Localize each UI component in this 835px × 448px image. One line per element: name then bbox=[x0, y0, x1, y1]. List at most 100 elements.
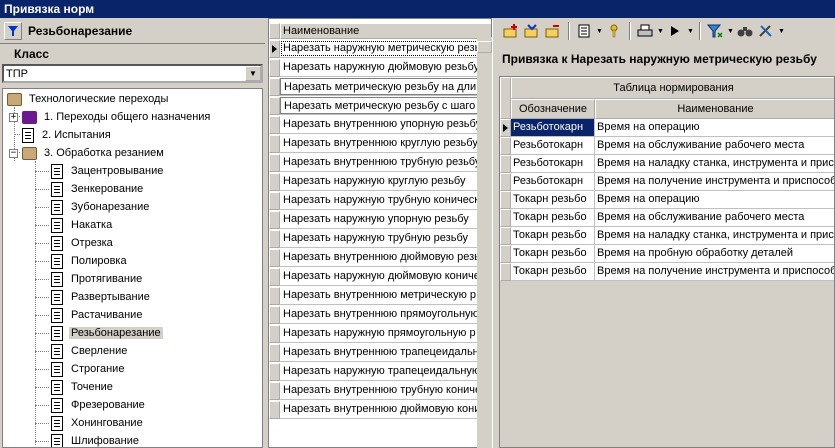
tree-group-general[interactable]: + 1. Переходы общего назначения bbox=[9, 108, 212, 126]
expand-icon[interactable]: + bbox=[9, 112, 18, 122]
list-item[interactable]: Нарезать наружную дюймовую кониче bbox=[269, 268, 491, 286]
tree-item[interactable]: Накатка bbox=[51, 216, 114, 234]
chevron-down-icon[interactable]: ▼ bbox=[595, 28, 604, 35]
cell-name[interactable]: Время на наладку станка, инструмента и п… bbox=[595, 155, 834, 173]
cell-name[interactable]: Время на получение инструмента и приспос… bbox=[595, 263, 834, 281]
norms-grid: Таблица нормирования Обозначение Наимено… bbox=[499, 76, 835, 448]
row-indicator[interactable] bbox=[500, 209, 511, 227]
list-item[interactable]: Нарезать внутреннюю дюймовую кони bbox=[269, 401, 491, 419]
tree-item[interactable]: Строгание bbox=[51, 360, 126, 378]
list-item[interactable]: Нарезать наружную дюймовую резьбу bbox=[269, 59, 491, 77]
list-item[interactable]: Нарезать внутреннюю трубную кониче bbox=[269, 382, 491, 400]
tree-item[interactable]: Фрезерование bbox=[51, 396, 147, 414]
tree-item[interactable]: Резьбонарезание bbox=[51, 324, 163, 342]
tree-item[interactable]: Отрезка bbox=[51, 234, 115, 252]
column-header-code[interactable]: Обозначение bbox=[511, 99, 595, 119]
row-indicator[interactable] bbox=[500, 227, 511, 245]
print-icon[interactable] bbox=[635, 21, 655, 41]
chevron-down-icon[interactable]: ▼ bbox=[726, 28, 735, 35]
tree-root[interactable]: Технологические переходы bbox=[7, 90, 170, 108]
cell-code[interactable]: Токарн резьбо bbox=[511, 263, 595, 281]
tree-item[interactable]: Зубонарезание bbox=[51, 198, 151, 216]
delete-row-icon[interactable] bbox=[543, 21, 563, 41]
row-indicator[interactable] bbox=[500, 119, 511, 137]
list-item[interactable]: Нарезать внутреннюю метрическую р bbox=[269, 287, 491, 305]
list-item[interactable]: Нарезать метрическую резьбу с шаго bbox=[269, 97, 491, 115]
collapse-icon[interactable]: − bbox=[9, 148, 18, 158]
find-icon[interactable] bbox=[735, 21, 755, 41]
class-label: Класс bbox=[14, 47, 49, 61]
list-item[interactable]: Нарезать внутреннюю дюймовую резь bbox=[269, 249, 491, 267]
tree-item[interactable]: Полировка bbox=[51, 252, 129, 270]
cell-name[interactable]: Время на наладку станка, инструмента и п… bbox=[595, 227, 834, 245]
list-item[interactable]: Нарезать внутреннюю трапецеидальн bbox=[269, 344, 491, 362]
list-item[interactable]: Нарезать внутреннюю упорную резьбу bbox=[269, 116, 491, 134]
tree-item-label: Растачивание bbox=[71, 309, 143, 321]
row-indicator[interactable] bbox=[500, 173, 511, 191]
operations-scrollbar[interactable] bbox=[477, 37, 492, 448]
cell-name[interactable]: Время на пробную обработку деталей bbox=[595, 245, 834, 263]
tree-item[interactable]: Развертывание bbox=[51, 288, 152, 306]
insert-row-icon[interactable] bbox=[522, 21, 542, 41]
scrollbar-thumb[interactable] bbox=[477, 41, 492, 53]
cell-name[interactable]: Время на операцию bbox=[595, 119, 834, 137]
cell-code[interactable]: Токарн резьбо bbox=[511, 245, 595, 263]
cell-name[interactable]: Время на обслуживание рабочего места bbox=[595, 209, 834, 227]
tree-item[interactable]: Хонингование bbox=[51, 414, 145, 432]
tree-item[interactable]: Шлифование bbox=[51, 432, 141, 447]
column-header-name[interactable]: Наименование bbox=[280, 23, 491, 39]
row-indicator[interactable] bbox=[500, 137, 511, 155]
cell-name[interactable]: Время на операцию bbox=[595, 191, 834, 209]
class-select[interactable]: ТПР ▼ bbox=[2, 64, 263, 83]
tree-item[interactable]: Сверление bbox=[51, 342, 129, 360]
row-indicator[interactable] bbox=[500, 155, 511, 173]
tree-group-cutting[interactable]: − 3. Обработка резанием bbox=[9, 144, 166, 162]
list-item[interactable]: Нарезать внутреннюю круглую резьбу bbox=[269, 135, 491, 153]
filter-toggle-icon[interactable] bbox=[4, 21, 22, 40]
tree-item[interactable]: Зенкерование bbox=[51, 180, 145, 198]
chevron-down-icon[interactable]: ▼ bbox=[245, 66, 261, 81]
tree-item[interactable]: Растачивание bbox=[51, 306, 144, 324]
tools-icon[interactable] bbox=[756, 21, 776, 41]
list-item[interactable]: Нарезать наружную трубную коническ bbox=[269, 192, 491, 210]
toolbar-separator bbox=[699, 22, 701, 40]
row-indicator bbox=[269, 192, 280, 210]
tree-item[interactable]: Протягивание bbox=[51, 270, 144, 288]
tree-item[interactable]: Точение bbox=[51, 378, 115, 396]
document-icon bbox=[51, 181, 63, 197]
cell-code[interactable]: Токарн резьбо bbox=[511, 209, 595, 227]
list-item[interactable]: Нарезать наружную метрическую резь bbox=[269, 40, 491, 58]
list-item[interactable]: Нарезать внутреннюю трубную резьбу bbox=[269, 154, 491, 172]
cell-code[interactable]: Резьботокарн bbox=[511, 137, 595, 155]
row-indicator[interactable] bbox=[500, 263, 511, 281]
cell-code[interactable]: Токарн резьбо bbox=[511, 227, 595, 245]
cell-code[interactable]: Резьботокарн bbox=[511, 119, 595, 137]
cell-name[interactable]: Время на обслуживание рабочего места bbox=[595, 137, 834, 155]
cell-code[interactable]: Токарн резьбо bbox=[511, 191, 595, 209]
chevron-down-icon[interactable]: ▼ bbox=[656, 28, 665, 35]
row-indicator[interactable] bbox=[500, 245, 511, 263]
cell-code[interactable]: Резьботокарн bbox=[511, 173, 595, 191]
list-item[interactable]: Нарезать наружную прямоугольную р bbox=[269, 325, 491, 343]
row-indicator[interactable] bbox=[500, 191, 511, 209]
run-icon[interactable] bbox=[665, 21, 685, 41]
chevron-down-icon[interactable]: ▼ bbox=[686, 28, 695, 35]
key-icon[interactable] bbox=[604, 21, 624, 41]
filter-icon[interactable] bbox=[705, 21, 725, 41]
list-item[interactable]: Нарезать наружную трубную резьбу bbox=[269, 230, 491, 248]
list-item[interactable]: Нарезать метрическую резьбу на дли bbox=[269, 78, 491, 96]
window-title: Привязка норм bbox=[0, 0, 835, 18]
document-icon[interactable] bbox=[574, 21, 594, 41]
tree-item[interactable]: Зацентровывание bbox=[51, 162, 165, 180]
list-item[interactable]: Нарезать наружную упорную резьбу bbox=[269, 211, 491, 229]
row-indicator bbox=[269, 325, 280, 343]
chevron-down-icon[interactable]: ▼ bbox=[777, 28, 786, 35]
column-header-name[interactable]: Наименование bbox=[595, 99, 834, 119]
list-item[interactable]: Нарезать наружную круглую резьбу bbox=[269, 173, 491, 191]
add-row-icon[interactable] bbox=[501, 21, 521, 41]
cell-code[interactable]: Резьботокарн bbox=[511, 155, 595, 173]
cell-name[interactable]: Время на получение инструмента и приспос… bbox=[595, 173, 834, 191]
list-item[interactable]: Нарезать внутреннюю прямоугольную bbox=[269, 306, 491, 324]
tree-group-tests[interactable]: 2. Испытания bbox=[22, 126, 113, 144]
list-item[interactable]: Нарезать наружную трапецеидальную bbox=[269, 363, 491, 381]
